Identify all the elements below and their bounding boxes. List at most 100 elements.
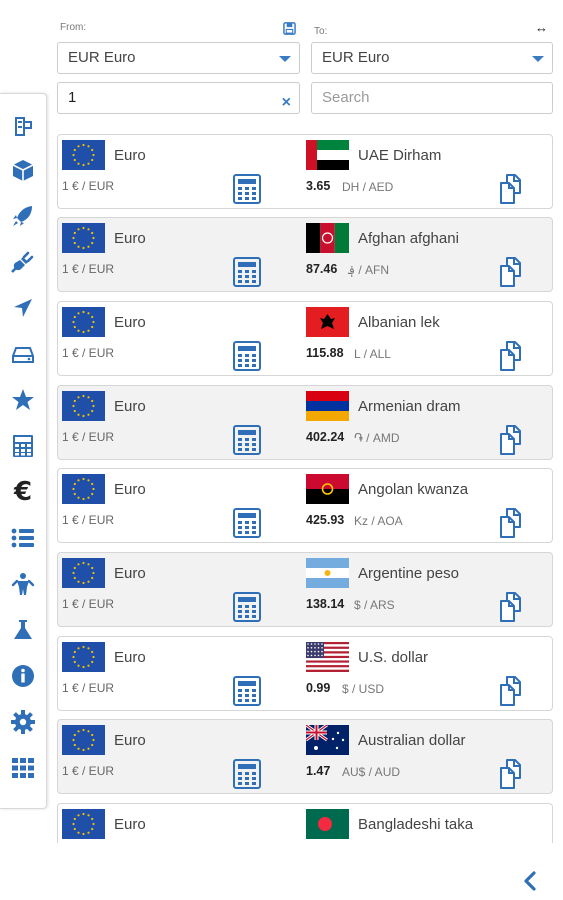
to-currency-name: U.S. dollar [358, 649, 429, 666]
copy-icon[interactable] [498, 340, 528, 372]
sidebar-item-child[interactable] [0, 564, 46, 604]
sidebar-item-settings[interactable] [0, 702, 46, 742]
currency-unit: L / ALL [354, 347, 391, 361]
calculator-icon[interactable] [233, 508, 261, 538]
grid-icon [12, 758, 34, 778]
list-item[interactable]: Euro 1 € / EUR Afghan afghani 87.46 ؋ / … [57, 217, 553, 292]
gear-icon [11, 710, 35, 734]
info-icon [12, 665, 34, 687]
save-icon[interactable] [283, 22, 296, 35]
from-currency-name: Euro [114, 398, 146, 415]
to-currency-value: EUR Euro [322, 49, 390, 66]
list-item[interactable]: Euro 1 € / EUR Armenian dram 402.24 ֏ / … [57, 385, 553, 460]
currency-unit: $ / ARS [354, 598, 395, 612]
from-amount: 1 € / EUR [62, 764, 115, 778]
au-flag [306, 725, 349, 755]
calculator-icon [13, 435, 33, 457]
sidebar-item-rocket[interactable] [0, 196, 46, 236]
exchange-rate: 1.47 [306, 764, 331, 778]
from-currency-name: Euro [114, 816, 146, 833]
eu-flag [62, 140, 105, 170]
calculator-icon[interactable] [233, 174, 261, 204]
eu-flag [62, 809, 105, 839]
from-label: From: [60, 22, 87, 33]
list-item[interactable]: Euro Bangladeshi taka [57, 803, 553, 843]
flask-icon [14, 620, 32, 639]
from-currency-select[interactable]: EUR Euro [57, 42, 300, 74]
from-amount: 1 € / EUR [62, 262, 115, 276]
currency-unit: $ / USD [342, 682, 385, 696]
copy-icon[interactable] [498, 507, 528, 539]
copy-icon[interactable] [498, 173, 528, 205]
from-amount: 1 € / EUR [62, 179, 115, 193]
sidebar-item-location[interactable] [0, 288, 46, 328]
eu-flag [62, 474, 105, 504]
to-currency-name: Australian dollar [358, 732, 466, 749]
from-currency-name: Euro [114, 732, 146, 749]
sidebar-item-drive[interactable] [0, 334, 46, 374]
from-amount: 1 € / EUR [62, 681, 115, 695]
copy-icon[interactable] [498, 675, 528, 707]
cube-icon [12, 160, 34, 181]
clear-icon[interactable]: × [282, 88, 291, 118]
calculator-icon[interactable] [233, 592, 261, 622]
af-flag [306, 223, 349, 253]
chevron-down-icon [279, 56, 291, 62]
currency-unit: DH / AED [342, 180, 394, 194]
calculator-icon[interactable] [233, 425, 261, 455]
back-chevron-icon[interactable] [520, 870, 540, 892]
sidebar-item-currency[interactable]: € [0, 472, 46, 512]
eu-flag [62, 391, 105, 421]
sidebar-item-building[interactable] [0, 106, 46, 146]
sidebar-item-list[interactable] [0, 518, 46, 558]
eu-flag [62, 307, 105, 337]
from-currency-name: Euro [114, 314, 146, 331]
amount-input[interactable]: 1 × [57, 82, 300, 114]
search-input[interactable]: Search [311, 82, 553, 114]
currency-unit: ֏ / AMD [354, 431, 400, 445]
list-item[interactable]: Euro 1 € / EUR U.S. dollar 0.99 $ / USD [57, 636, 553, 711]
calculator-icon[interactable] [233, 759, 261, 789]
sidebar-item-plug[interactable] [0, 242, 46, 282]
to-currency-name: Afghan afghani [358, 230, 459, 247]
list-item[interactable]: Euro 1 € / EUR Albanian lek 115.88 L / A… [57, 301, 553, 376]
sidebar-item-calculator[interactable] [0, 426, 46, 466]
list-icon [11, 528, 34, 548]
building-icon [15, 117, 32, 136]
calculator-icon[interactable] [233, 676, 261, 706]
from-amount: 1 € / EUR [62, 513, 115, 527]
calculator-icon[interactable] [233, 257, 261, 287]
sidebar-item-cube[interactable] [0, 150, 46, 190]
location-arrow-icon [14, 299, 32, 317]
to-currency-select[interactable]: EUR Euro [311, 42, 553, 74]
am-flag [306, 391, 349, 421]
sidebar-item-favorites[interactable] [0, 380, 46, 420]
from-amount: 1 € / EUR [62, 346, 115, 360]
currency-unit: ؋ / AFN [348, 263, 390, 277]
copy-icon[interactable] [498, 591, 528, 623]
copy-icon[interactable] [498, 758, 528, 790]
copy-icon[interactable] [498, 256, 528, 288]
list-item[interactable]: Euro 1 € / EUR Australian dollar 1.47 AU… [57, 719, 553, 794]
to-currency-name: Albanian lek [358, 314, 440, 331]
list-item[interactable]: Euro 1 € / EUR UAE Dirham 3.65 DH / AED [57, 134, 553, 209]
swap-icon[interactable]: ↔ [535, 20, 548, 35]
copy-icon[interactable] [498, 424, 528, 456]
child-icon [11, 573, 35, 595]
from-currency-value: EUR Euro [68, 49, 136, 66]
to-label: To: [314, 26, 328, 37]
calculator-icon[interactable] [233, 341, 261, 371]
us-flag [306, 642, 349, 672]
list-item[interactable]: Euro 1 € / EUR Angolan kwanza 425.93 Kz … [57, 468, 553, 543]
to-currency-name: Armenian dram [358, 398, 461, 415]
to-currency-name: Angolan kwanza [358, 481, 469, 498]
list-item[interactable]: Euro 1 € / EUR Argentine peso 138.14 $ /… [57, 552, 553, 627]
plug-icon [11, 251, 34, 273]
to-currency-name: Argentine peso [358, 565, 459, 582]
sidebar-item-lab[interactable] [0, 610, 46, 650]
sidebar-item-info[interactable] [0, 656, 46, 696]
exchange-rate: 402.24 [306, 430, 345, 444]
exchange-rate: 138.14 [306, 597, 345, 611]
sidebar-item-apps[interactable] [0, 748, 46, 788]
currency-unit: AU$ / AUD [342, 765, 401, 779]
